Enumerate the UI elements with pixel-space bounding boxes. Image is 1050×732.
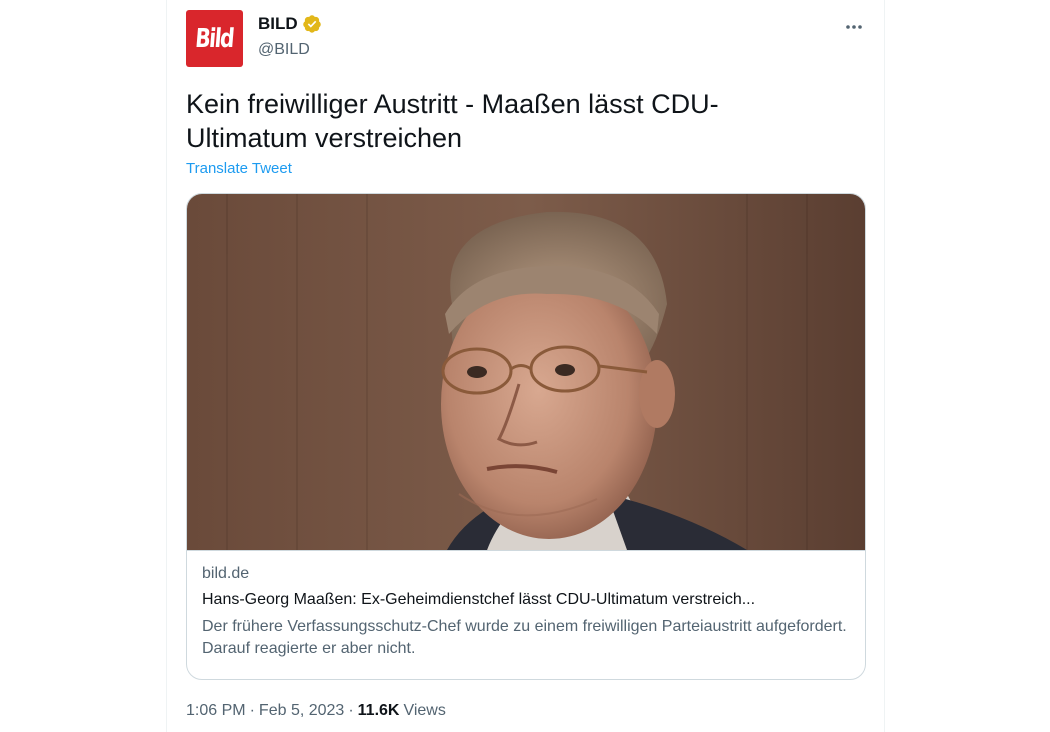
more-options-button[interactable] <box>839 14 869 38</box>
tweet-time[interactable]: 1:06 PM <box>186 702 246 720</box>
avatar[interactable]: Bild <box>186 10 243 67</box>
tweet-text: Kein freiwilliger Austritt - Maaßen läss… <box>186 89 719 153</box>
card-domain: bild.de <box>202 565 250 582</box>
bild-logo: Bild <box>194 23 235 54</box>
meta-separator: · <box>249 702 255 719</box>
author-name-row[interactable]: BILD <box>258 14 322 34</box>
card-title: Hans-Georg Maaßen: Ex-Geheimdienstchef l… <box>202 591 756 608</box>
verified-badge-icon <box>302 14 322 34</box>
tweet-date[interactable]: Feb 5, 2023 <box>259 702 344 720</box>
translate-tweet-link[interactable]: Translate Tweet <box>186 160 292 177</box>
card-description: Der frühere Verfassungsschutz-Chef wurde… <box>202 618 847 657</box>
card-body[interactable]: bild.de Hans-Georg Maaßen: Ex-Geheimdien… <box>187 550 865 679</box>
views-count[interactable]: 11.6K <box>358 702 400 720</box>
author-display-name[interactable]: BILD <box>258 14 298 34</box>
link-card[interactable]: bild.de Hans-Georg Maaßen: Ex-Geheimdien… <box>186 193 866 680</box>
meta-separator: · <box>348 702 354 719</box>
author-handle[interactable]: @BILD <box>258 41 310 59</box>
card-image[interactable] <box>187 194 865 550</box>
tweet-meta: 1:06 PM · Feb 5, 2023 · 11.6K Views <box>186 702 446 720</box>
views-label: Views <box>403 702 446 719</box>
tweet-detail: Bild BILD @BILD Kein freiwilliger Austri… <box>166 0 885 732</box>
more-dots-icon <box>845 17 863 35</box>
